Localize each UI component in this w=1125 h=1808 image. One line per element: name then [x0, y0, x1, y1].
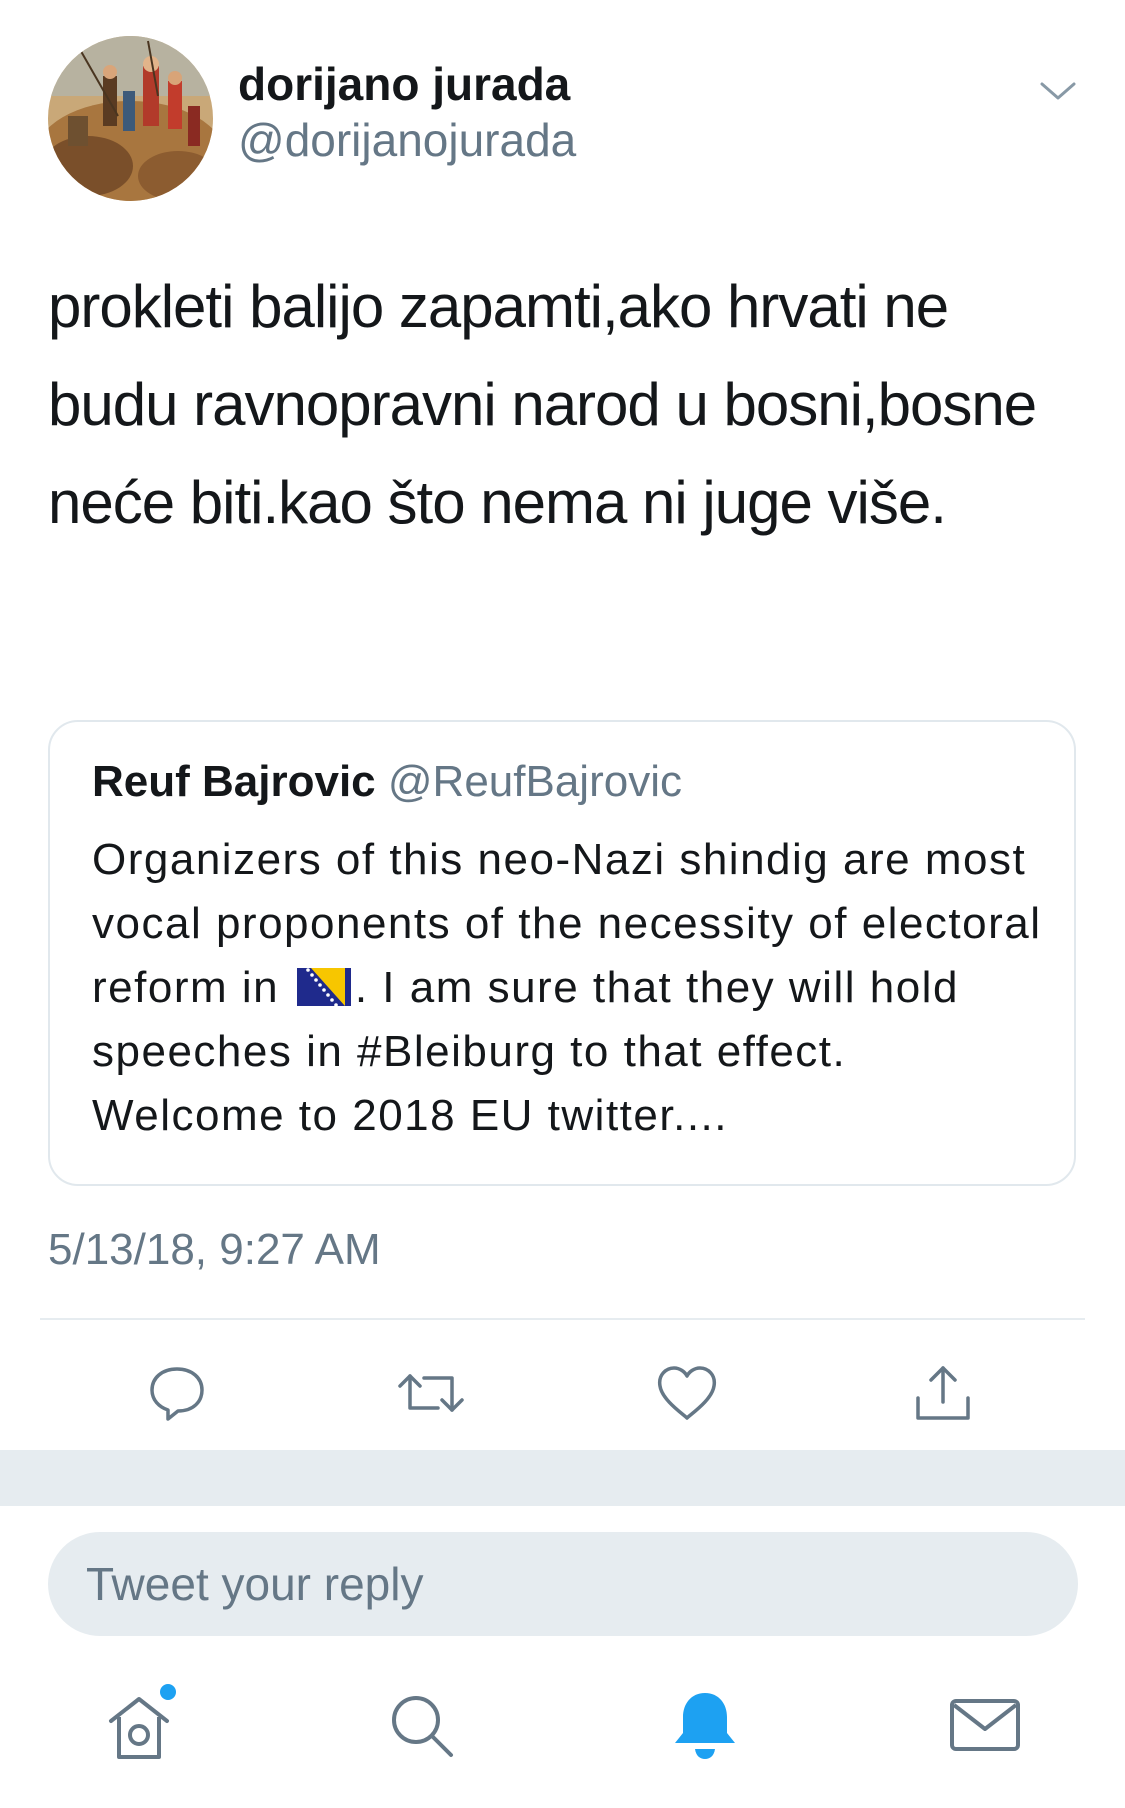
chevron-down-icon[interactable]	[1038, 76, 1078, 106]
quoted-author-handle: @ReufBajrovic	[387, 757, 682, 806]
bottom-tab-bar	[0, 1660, 1125, 1808]
reply-placeholder: Tweet your reply	[86, 1558, 424, 1610]
tweet-header: dorijano jurada @dorijanojurada	[48, 36, 1078, 204]
heart-icon[interactable]	[652, 1358, 722, 1428]
bell-icon[interactable]	[660, 1680, 750, 1770]
retweet-icon[interactable]	[396, 1358, 466, 1428]
section-separator	[0, 1450, 1125, 1506]
divider	[40, 1318, 1085, 1320]
reply-input[interactable]: Tweet your reply	[48, 1532, 1078, 1636]
tweet-actions	[0, 1330, 1125, 1450]
author-info[interactable]: dorijano jurada @dorijanojurada	[238, 56, 576, 168]
author-display-name[interactable]: dorijano jurada	[238, 56, 576, 112]
reply-icon[interactable]	[142, 1358, 212, 1428]
search-icon[interactable]	[376, 1680, 466, 1770]
avatar[interactable]	[48, 36, 213, 201]
tweet-timestamp: 5/13/18, 9:27 AM	[48, 1225, 381, 1274]
bosnia-flag-icon	[296, 960, 351, 1007]
home-icon[interactable]	[94, 1680, 184, 1770]
new-content-dot	[160, 1684, 176, 1700]
quoted-author-name: Reuf Bajrovic	[92, 757, 376, 806]
quoted-tweet-header: Reuf Bajrovic @ReufBajrovic	[92, 754, 682, 810]
mail-icon[interactable]	[940, 1680, 1030, 1770]
avatar-painting-image	[48, 36, 213, 201]
quoted-tweet-card[interactable]: Reuf Bajrovic @ReufBajrovic Organizers o…	[48, 720, 1076, 1186]
author-handle[interactable]: @dorijanojurada	[238, 112, 576, 168]
quoted-tweet-text: Organizers of this neo-Nazi shindig are …	[92, 828, 1052, 1148]
tweet-text: prokleti balijo zapamti,ako hrvati ne bu…	[48, 273, 1037, 536]
share-icon[interactable]	[908, 1358, 978, 1428]
